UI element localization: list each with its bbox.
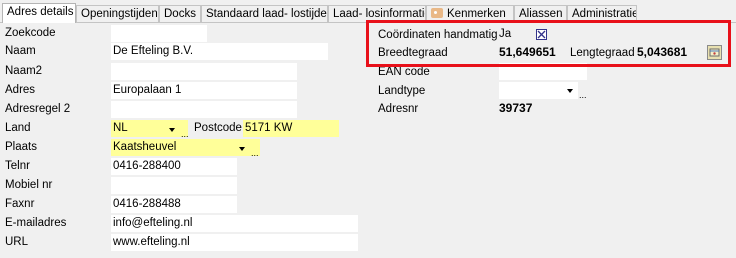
lookup-dots[interactable]: ... (251, 149, 259, 158)
adresregel2-input[interactable] (111, 101, 297, 118)
url-input[interactable]: www.efteling.nl (111, 234, 358, 251)
tab-label: Aliassen (519, 8, 563, 20)
url-label: URL (5, 236, 29, 248)
tab-standaard-laad-lostijden[interactable]: Standaard laad- lostijden (201, 5, 328, 22)
tab-laad-losinformatie[interactable]: Laad- losinformatie (328, 5, 426, 22)
map-picker-button[interactable] (707, 45, 722, 60)
tab-docks[interactable]: Docks (159, 5, 201, 22)
tab-kenmerken[interactable]: Kenmerken (426, 5, 514, 22)
tab-adres-details[interactable]: Adres details (2, 3, 76, 23)
plaats-label: Plaats (5, 141, 37, 153)
tab-openingstijden[interactable]: Openingstijden (76, 5, 159, 22)
naam2-label: Naam2 (5, 65, 43, 77)
tab-strip: Adres details Openingstijden Docks Stand… (0, 0, 736, 23)
ean-code-input[interactable] (499, 63, 587, 80)
adresnr-label: Adresnr (378, 103, 419, 115)
breedtegraad-value: 51,649651 (499, 45, 556, 59)
chevron-down-icon[interactable] (239, 147, 245, 151)
tab-administratie[interactable]: Administratie (567, 5, 637, 22)
tab-label: Openingstijden (81, 8, 158, 20)
tab-label: Standaard laad- lostijden (206, 8, 328, 20)
naam-label: Naam (5, 45, 36, 57)
faxnr-label: Faxnr (5, 198, 35, 210)
plaats-select[interactable]: Kaatsheuvel (111, 139, 260, 156)
lookup-dots[interactable]: ... (181, 130, 189, 139)
adres-label: Adres (5, 84, 36, 96)
email-input[interactable]: info@efteling.nl (111, 215, 358, 232)
tag-icon (431, 8, 443, 18)
chevron-down-icon[interactable] (169, 128, 175, 132)
zoekcode-input[interactable] (111, 25, 207, 42)
lookup-dots[interactable]: ... (579, 91, 587, 100)
postcode-input[interactable]: 5171 KW (243, 120, 339, 137)
mobiel-label: Mobiel nr (5, 179, 53, 191)
adresnr-value: 39737 (499, 101, 533, 115)
land-label: Land (5, 122, 31, 134)
tab-label: Laad- losinformatie (333, 8, 426, 20)
coordinaten-handmatig-label: Coördinaten handmatig (378, 29, 498, 41)
adres-input[interactable]: Europalaan 1 (111, 82, 297, 99)
mobiel-input[interactable] (111, 177, 237, 194)
map-icon (709, 48, 720, 57)
zoekcode-label: Zoekcode (5, 27, 56, 39)
tab-label: Kenmerken (447, 8, 506, 20)
landtype-label: Landtype (378, 85, 426, 97)
faxnr-input[interactable]: 0416-288488 (111, 196, 237, 213)
naam-input[interactable]: De Efteling B.V. (111, 43, 328, 60)
lengtegraad-label: Lengtegraad (570, 47, 635, 59)
telnr-label: Telnr (5, 160, 30, 172)
adresregel2-label: Adresregel 2 (5, 103, 71, 115)
email-label: E-mailadres (5, 217, 67, 229)
check-cross-icon (537, 30, 546, 39)
tab-label: Adres details (7, 6, 74, 18)
coordinaten-handmatig-checkbox[interactable] (536, 29, 547, 40)
telnr-input[interactable]: 0416-288400 (111, 158, 237, 175)
land-select[interactable]: NL (111, 120, 188, 137)
naam2-input[interactable] (111, 63, 297, 80)
breedtegraad-label: Breedtegraad (378, 47, 448, 59)
lengtegraad-value: 5,043681 (637, 45, 688, 59)
tab-aliassen[interactable]: Aliassen (514, 5, 567, 22)
chevron-down-icon[interactable] (567, 89, 573, 93)
tab-label: Docks (164, 8, 196, 20)
ean-code-label: EAN code (378, 66, 430, 78)
postcode-label: Postcode (194, 122, 242, 134)
coordinaten-handmatig-value: Ja (499, 28, 512, 40)
tab-label: Administratie (572, 8, 637, 20)
